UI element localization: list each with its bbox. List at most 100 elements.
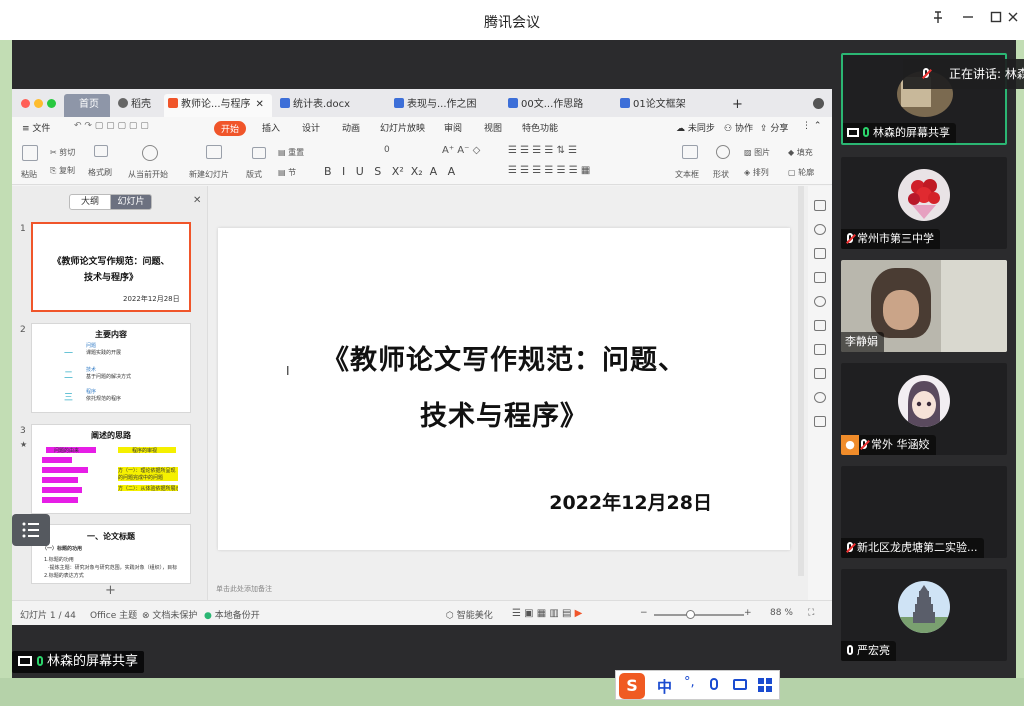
vertical-scrollbar[interactable] (798, 186, 804, 576)
history-icon[interactable] (814, 392, 826, 403)
layout-icon[interactable] (252, 147, 266, 159)
share-button[interactable]: ⇪ 分享 (760, 121, 788, 134)
minimize-icon[interactable] (954, 10, 982, 32)
backup-status[interactable]: ● 本地备份开 (204, 608, 260, 621)
font-size-adjust[interactable]: A⁺ A⁻ ◇ (442, 145, 480, 156)
menu-review[interactable]: 审阅 (444, 121, 462, 134)
tab-document[interactable]: 表现与...作之困 (390, 94, 490, 117)
zoom-out-button[interactable]: − (640, 608, 648, 618)
picture-button[interactable]: ▨ 图片 (744, 147, 770, 158)
fill-tool-icon[interactable] (814, 248, 826, 259)
shapes-icon[interactable] (814, 224, 826, 235)
close-dot[interactable] (21, 99, 30, 108)
cut-button[interactable]: ✂ 剪切 (50, 147, 75, 158)
format-painter-icon[interactable] (94, 145, 108, 157)
participant-tile[interactable]: 严宏亮 (841, 569, 1007, 661)
section-button[interactable]: ▤ 节 (278, 167, 296, 178)
voice-input-icon[interactable] (710, 678, 718, 690)
slide-title-line1[interactable]: 《教师论文写作规范：问题、 (218, 338, 790, 377)
layout-button[interactable]: 版式 (246, 169, 262, 180)
fit-window-icon[interactable]: ⛶ (808, 608, 814, 618)
zoom-slider[interactable] (654, 614, 744, 616)
textbox-button[interactable]: 文本框 (675, 169, 699, 180)
minimize-dot[interactable] (34, 99, 43, 108)
menu-features[interactable]: 特色功能 (522, 121, 558, 134)
from-current-button[interactable]: 从当前开始 (128, 169, 168, 180)
tab-docer[interactable]: 稻壳 (114, 94, 164, 117)
menu-animation[interactable]: 动画 (342, 121, 360, 134)
add-slide-button[interactable]: + (105, 583, 116, 598)
outline-tab[interactable]: 大纲 (69, 194, 111, 210)
collaborate-button[interactable]: ⚇ 协作 (724, 121, 753, 134)
close-pane-icon[interactable]: ✕ (193, 195, 201, 206)
beautify-button[interactable]: ⬡ 智能美化 (446, 608, 493, 621)
slide-thumbnail-3[interactable]: 阐述的思路 问题的由来 程序的审视 方（一）：理论依据所呈现的问题完成中的问题 … (31, 424, 191, 514)
account-avatar[interactable] (813, 98, 824, 109)
toolbox-icon[interactable] (758, 678, 772, 692)
close-icon[interactable] (988, 10, 1018, 32)
outline-button[interactable]: ▢ 轮廓 (788, 167, 814, 178)
new-slide-icon[interactable] (206, 145, 222, 159)
zoom-in-button[interactable]: + (744, 608, 752, 618)
paste-icon[interactable] (22, 145, 38, 161)
view-mode-buttons[interactable]: ☰ ▣ ▦ ▥ ▤ ▶ (512, 608, 582, 619)
new-tab-button[interactable]: + (728, 94, 744, 117)
zoom-dot[interactable] (47, 99, 56, 108)
copy-button[interactable]: ⎘ 复制 (50, 165, 75, 176)
new-slide-button[interactable]: 新建幻灯片 (189, 169, 229, 180)
menu-view[interactable]: 视图 (484, 121, 502, 134)
layers-icon[interactable] (814, 320, 826, 331)
menu-slideshow[interactable]: 幻灯片放映 (380, 121, 425, 134)
shape-icon[interactable] (716, 145, 730, 159)
sliders-icon[interactable] (814, 368, 826, 379)
tab-document[interactable]: 统计表.docx (276, 94, 372, 117)
protect-status[interactable]: ⊗ 文档未保护 (142, 608, 197, 621)
close-tab-icon[interactable]: ✕ (256, 99, 264, 110)
participant-tile[interactable]: 常州市第三中学 (841, 157, 1007, 249)
slide-editing-canvas[interactable]: 《教师论文写作规范：问题、 技术与程序》 2022年12月28日 I (208, 186, 802, 600)
tab-home[interactable]: 首页 (64, 94, 110, 117)
menu-insert[interactable]: 插入 (262, 121, 280, 134)
slides-tab[interactable]: 幻灯片 (110, 194, 152, 210)
tab-document[interactable]: 01论文框架 (616, 94, 706, 117)
paragraph-buttons[interactable]: ☰ ☰ ☰ ☰ ⇅ ☰ (508, 145, 577, 156)
slide-thumbnail-4[interactable]: 一、论文标题 （一）标题的功用 1.标题的功用 ·提炼主题：研究对象与研究范围，… (31, 524, 191, 584)
ime-punctuation-toggle[interactable]: °, (684, 675, 695, 690)
participant-tile[interactable]: 李静娟 (841, 260, 1007, 352)
current-slide[interactable]: 《教师论文写作规范：问题、 技术与程序》 2022年12月28日 (218, 228, 790, 550)
shape-button[interactable]: 形状 (713, 169, 729, 180)
copy-tool-icon[interactable] (814, 272, 826, 283)
align-buttons[interactable]: ☰ ☰ ☰ ☰ ☰ ☰ ▦ (508, 165, 590, 176)
text-format-buttons[interactable]: B I U S X² X₂ A A (324, 165, 455, 178)
tab-active-presentation[interactable]: 教师论...与程序 ✕ (164, 94, 272, 117)
reset-button[interactable]: ▤ 重置 (278, 147, 304, 158)
menu-start[interactable]: 开始 (214, 121, 247, 136)
keyboard-icon[interactable] (733, 679, 747, 690)
pin-icon[interactable] (924, 10, 952, 32)
format-painter-button[interactable]: 格式刷 (88, 167, 112, 178)
notes-placeholder[interactable]: 单击此处添加备注 (208, 578, 802, 600)
sync-status[interactable]: ☁ 未同步 (676, 121, 715, 134)
pin-tool-icon[interactable] (814, 344, 826, 355)
arrange-button[interactable]: ◈ 排列 (744, 167, 769, 178)
fill-button[interactable]: ◆ 填充 (788, 147, 813, 158)
tool-icon[interactable] (814, 200, 826, 211)
more-icon[interactable]: ⋮ ⌃ (802, 121, 821, 131)
sogou-logo-icon[interactable]: S (619, 673, 645, 699)
undo-icon[interactable]: ↶ ↷ ▢ ▢ ▢ ▢ ▢ (74, 121, 149, 131)
settings-icon[interactable] (814, 296, 826, 307)
participant-tile[interactable]: ● 常外 华涵姣 (841, 363, 1007, 455)
slide-date[interactable]: 2022年12月28日 (549, 488, 712, 515)
slide-thumbnail-1[interactable]: 《教师论文写作规范：问题、 技术与程序》 2022年12月28日 (31, 222, 191, 312)
textbox-icon[interactable] (682, 145, 698, 159)
font-size-field[interactable]: 0 (384, 145, 390, 155)
paste-button[interactable]: 粘贴 (21, 169, 37, 180)
slide-thumbnail-2[interactable]: 主要内容 一 问题 课题实践的开展 二 技术 基于问题的解决方式 三 程序 依托… (31, 323, 191, 413)
play-icon[interactable] (142, 145, 158, 161)
list-menu-button[interactable] (12, 514, 50, 546)
ime-language-toggle[interactable]: 中 (657, 676, 672, 697)
menu-file[interactable]: ≡ 文件 (22, 121, 50, 134)
menu-design[interactable]: 设计 (302, 121, 320, 134)
participant-tile[interactable]: 新北区龙虎塘第二实验... (841, 466, 1007, 558)
zoom-slider-thumb[interactable] (686, 610, 695, 619)
